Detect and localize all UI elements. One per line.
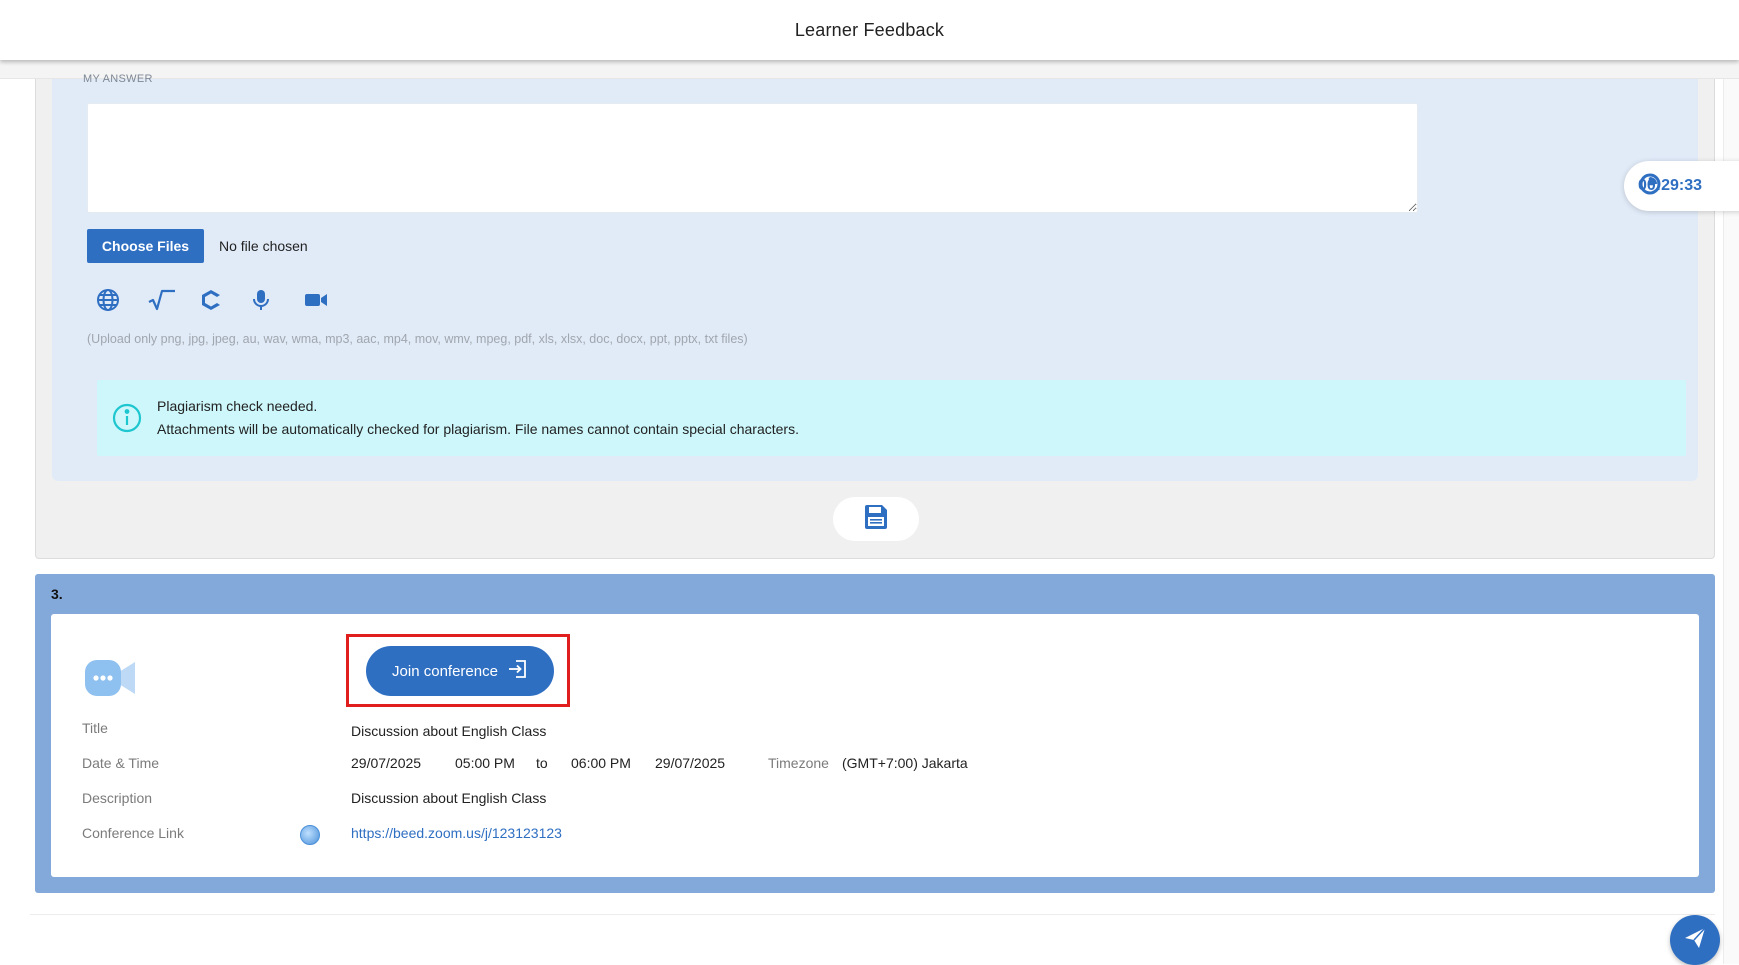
description-value: Discussion about English Class	[351, 790, 547, 806]
conference-link[interactable]: https://beed.zoom.us/j/123123123	[351, 825, 562, 841]
answer-panel: MY ANSWER Choose Files No file chosen (U…	[52, 73, 1698, 481]
top-bar: Learner Feedback	[0, 0, 1739, 60]
join-conference-button[interactable]: Join conference	[366, 646, 554, 696]
enter-icon	[508, 659, 528, 683]
globe-icon[interactable]	[96, 287, 148, 313]
question-2-card: MY ANSWER Choose Files No file chosen (U…	[35, 73, 1715, 559]
video-chat-icon	[85, 658, 137, 703]
info-icon	[111, 402, 143, 439]
conference-link-label: Conference Link	[82, 825, 184, 841]
video-camera-icon[interactable]	[304, 287, 356, 313]
description-label: Description	[82, 790, 153, 806]
alert-message: Attachments will be automatically checke…	[157, 421, 799, 437]
microphone-icon[interactable]	[252, 287, 304, 313]
plagiarism-alert: Plagiarism check needed. Attachments wil…	[97, 380, 1686, 456]
title-label: Title	[82, 720, 108, 736]
timezone-value: (GMT+7:00) Jakarta	[842, 755, 968, 771]
start-time: 05:00 PM	[455, 755, 515, 771]
choose-files-button[interactable]: Choose Files	[87, 229, 204, 263]
square-root-icon[interactable]	[148, 287, 200, 313]
question-3-card: 3. Join conference Title Discussion abou…	[35, 574, 1715, 893]
to-text: to	[536, 755, 548, 771]
page-scrollbar[interactable]	[1723, 79, 1739, 964]
timezone-label: Timezone	[768, 755, 829, 771]
my-answer-label: MY ANSWER	[83, 73, 153, 85]
save-answer-button[interactable]	[833, 497, 919, 541]
no-file-chosen-text: No file chosen	[219, 238, 308, 254]
end-time: 06:00 PM	[571, 755, 631, 771]
timer-badge: 00:29:33	[1624, 161, 1739, 211]
answer-toolbar	[96, 287, 356, 313]
timer-value: 00:29:33	[1638, 177, 1703, 194]
title-value: Discussion about English Class	[351, 723, 547, 739]
footer-divider	[30, 914, 1715, 915]
floppy-disk-icon	[864, 504, 888, 535]
upload-hint: (Upload only png, jpg, jpeg, au, wav, wm…	[87, 332, 748, 346]
link-icon	[300, 825, 320, 845]
send-icon	[1683, 926, 1707, 955]
conference-card: Join conference Title Discussion about E…	[51, 614, 1699, 877]
answer-textarea[interactable]	[87, 103, 1418, 213]
submit-button[interactable]	[1670, 915, 1720, 965]
question-number: 3.	[51, 586, 63, 602]
start-date: 29/07/2025	[351, 755, 422, 771]
date-time-label: Date & Time	[82, 755, 160, 771]
header-strip	[0, 60, 1739, 79]
code-icon[interactable]	[200, 287, 252, 313]
end-date: 29/07/2025	[655, 755, 726, 771]
alert-title: Plagiarism check needed.	[157, 398, 318, 414]
join-conference-label: Join conference	[392, 662, 498, 680]
page-title: Learner Feedback	[794, 19, 945, 40]
